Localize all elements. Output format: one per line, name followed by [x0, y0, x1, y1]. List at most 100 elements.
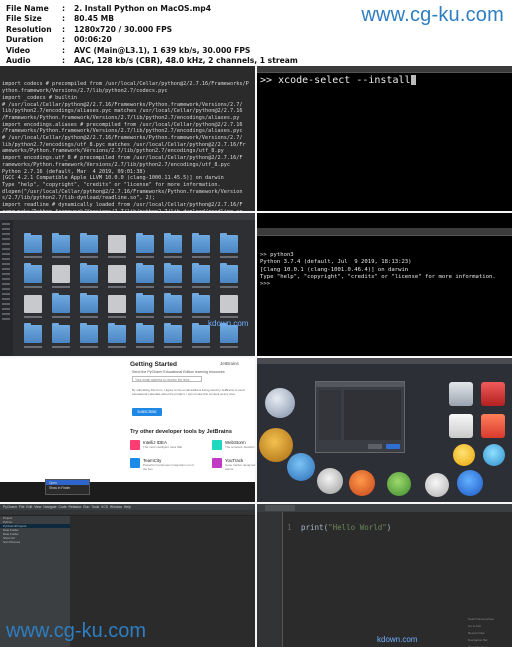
- file-info-panel: File Name : 2. Install Python on MacOS.m…: [0, 0, 512, 66]
- app-icon[interactable]: [317, 468, 343, 494]
- folder-icon[interactable]: [164, 293, 182, 313]
- item-label: [80, 256, 98, 258]
- product-card[interactable]: YouTrackIssue tracker designed for devel…: [212, 458, 255, 474]
- info-row-video: Video : AVC (Main@L3.1), 1 639 kb/s, 30.…: [6, 45, 506, 56]
- app-icon[interactable]: [481, 414, 505, 438]
- app-icon[interactable]: [265, 388, 295, 418]
- app-icon[interactable]: [387, 472, 411, 496]
- folder-icon[interactable]: [192, 263, 210, 283]
- file-icon[interactable]: [108, 235, 126, 253]
- folder-icon[interactable]: [52, 323, 70, 343]
- folder-icon[interactable]: [192, 233, 210, 253]
- app-icon[interactable]: [483, 444, 505, 466]
- editor-tab[interactable]: [265, 505, 295, 511]
- folder-icon[interactable]: [108, 323, 126, 343]
- python3-lines: >> python3 Python 3.7.4 (default, Jul 9 2…: [257, 250, 512, 290]
- folder-icon[interactable]: [164, 233, 182, 253]
- terminal-log-line: Type "help", "copyright", "credits" or "…: [2, 181, 221, 188]
- folder-icon[interactable]: [192, 293, 210, 313]
- info-separator: :: [62, 24, 66, 34]
- folder-icon[interactable]: [52, 233, 70, 253]
- code-function: print(: [301, 523, 329, 532]
- terminal-command-line: >> xcode-select --install: [257, 73, 512, 88]
- item-label: [24, 256, 42, 258]
- watermark-small: kdown.com: [208, 319, 249, 328]
- folder-icon[interactable]: [80, 323, 98, 343]
- terminal-command: xcode-select --install: [278, 75, 411, 86]
- file-icon[interactable]: [108, 295, 126, 313]
- product-card[interactable]: WebStormThe smartest JavaScript IDE: [212, 440, 255, 456]
- terminal-log-line: import encodings.utf_8 # precompiled fro…: [2, 155, 243, 162]
- info-key: File Name: [6, 3, 49, 13]
- editor-hint: Search Everywhere: [468, 617, 495, 621]
- app-icon[interactable]: [457, 470, 483, 496]
- folder-icon[interactable]: [136, 293, 154, 313]
- folder-icon[interactable]: [80, 233, 98, 253]
- folder-icon[interactable]: [24, 263, 42, 283]
- app-icon[interactable]: [259, 428, 293, 462]
- product-card[interactable]: IntelliJ IDEA The most intelligent Java I…: [130, 440, 200, 456]
- info-row-audio: Audio : AAC, 128 kb/s (CBR), 48.0 kHz, 2…: [6, 56, 506, 67]
- folder-icon[interactable]: [136, 263, 154, 283]
- item-label: [164, 286, 182, 288]
- item-label: [192, 346, 210, 348]
- tree-row[interactable]: Sort Pictures: [0, 540, 70, 544]
- app-icon[interactable]: [449, 414, 473, 438]
- folder-icon[interactable]: [220, 263, 238, 283]
- folder-icon[interactable]: [24, 233, 42, 253]
- thumb-xcode-terminal: >> xcode-select --install: [257, 66, 512, 211]
- folder-icon[interactable]: [164, 323, 182, 343]
- terminal-log-line: rameworks/Python.framework/Versions/2.7/…: [2, 209, 253, 211]
- folder-icon[interactable]: [136, 323, 154, 343]
- email-field[interactable]: Your email address to receive the links: [132, 376, 202, 382]
- continue-button[interactable]: [386, 444, 400, 449]
- terminal-tab-strip: [257, 227, 512, 236]
- python3-line: >>>: [260, 281, 271, 288]
- product-logo-icon: [212, 458, 222, 468]
- item-label: [220, 346, 238, 348]
- editor-tabbar: [257, 504, 512, 512]
- line-number: 1: [287, 523, 292, 532]
- finder-sidebar: [0, 220, 13, 356]
- item-label: [108, 286, 126, 288]
- folder-icon[interactable]: [220, 233, 238, 253]
- folder-icon[interactable]: [24, 323, 42, 343]
- context-menu: Open Show in Finder: [45, 479, 90, 495]
- item-label: [80, 316, 98, 318]
- item-label: [192, 316, 210, 318]
- app-icon[interactable]: [287, 453, 315, 481]
- file-icon[interactable]: [220, 295, 238, 313]
- editor-hints: Search Everywhere Go to File Recent Files N…: [468, 616, 508, 647]
- code-line[interactable]: print("Hello World"): [301, 523, 391, 532]
- menu-item-show-in-finder[interactable]: Show in Finder: [46, 485, 89, 490]
- file-icon[interactable]: [108, 265, 126, 283]
- back-button[interactable]: [368, 444, 382, 449]
- app-icon[interactable]: [481, 382, 505, 406]
- dialog-content: [344, 390, 401, 440]
- app-icon[interactable]: [425, 473, 449, 497]
- folder-icon[interactable]: [136, 233, 154, 253]
- product-card[interactable]: TeamCity Powerful Continuous Integration …: [130, 458, 200, 474]
- app-icon[interactable]: [449, 382, 473, 406]
- folder-icon[interactable]: [52, 293, 70, 313]
- item-label: [136, 346, 154, 348]
- editor-hint: Go to File: [468, 624, 482, 628]
- terminal-log-line: /Frameworks/Python.framework/Versions/2.…: [2, 128, 243, 135]
- item-label: [220, 256, 238, 258]
- file-icon[interactable]: [52, 265, 70, 283]
- item-label: [164, 256, 182, 258]
- subscribe-button[interactable]: SUBSCRIBE: [132, 408, 162, 416]
- app-icon[interactable]: [349, 470, 375, 496]
- finder-toolbar: [0, 213, 255, 220]
- page-subtitle: Send the PyCharm Educational Edition lea…: [132, 370, 225, 374]
- app-icon[interactable]: [453, 444, 475, 466]
- file-icon[interactable]: [24, 295, 42, 313]
- info-value: 2. Install Python on MacOS.mp4: [74, 3, 212, 13]
- item-label: [136, 316, 154, 318]
- editor-hint: Recent Files: [468, 631, 485, 635]
- info-key: Video: [6, 45, 31, 55]
- folder-icon[interactable]: [80, 293, 98, 313]
- folder-icon[interactable]: [80, 263, 98, 283]
- folder-icon[interactable]: [164, 263, 182, 283]
- terminal-log-line: import encodings.aliases # precompiled f…: [2, 121, 243, 128]
